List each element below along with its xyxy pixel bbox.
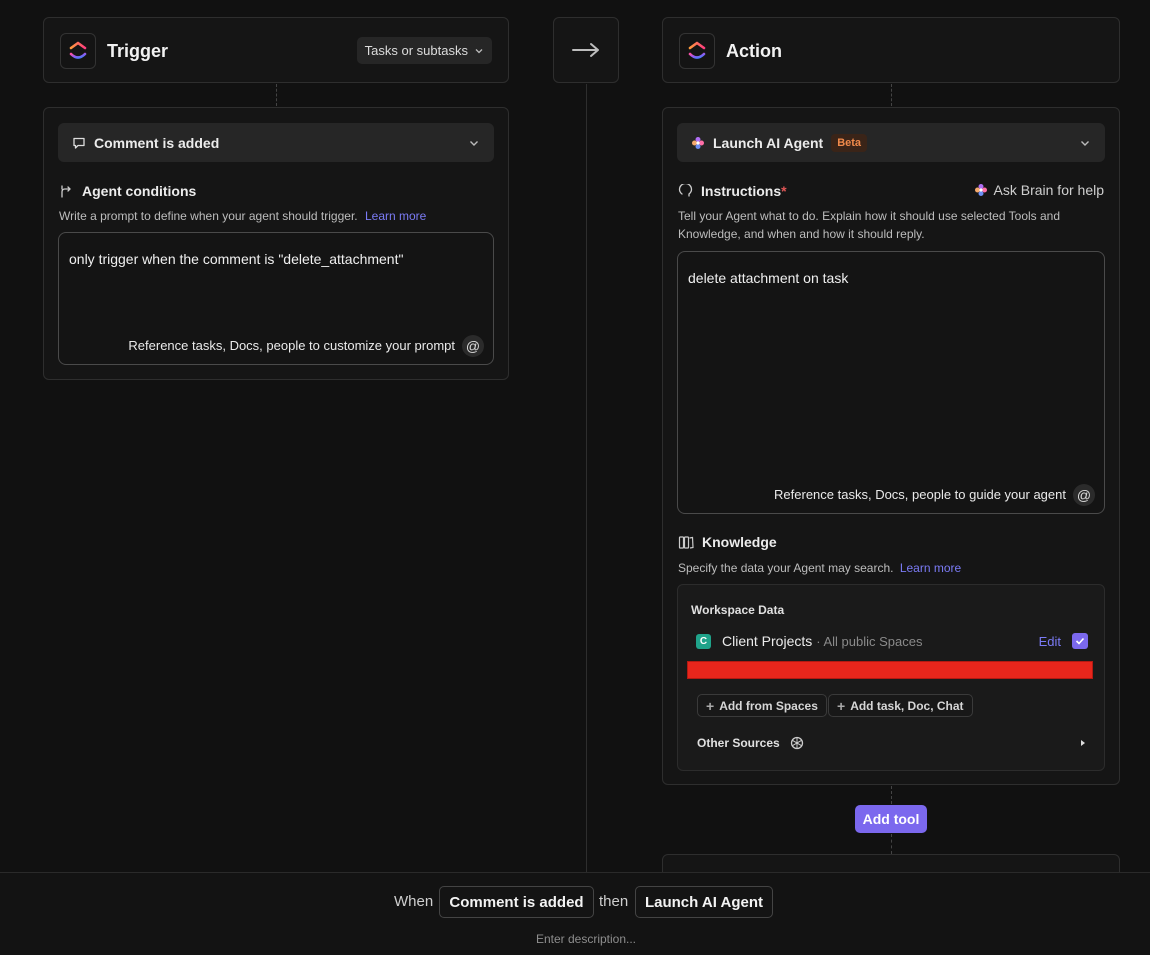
- trigger-title: Trigger: [107, 41, 169, 61]
- knowledge-hint: Specify the data your Agent may search. …: [678, 559, 961, 577]
- scope-select[interactable]: Tasks or subtasks: [356, 37, 492, 64]
- plus-icon: +: [706, 697, 715, 714]
- chevron-right-icon: [1081, 740, 1085, 746]
- center-line: [586, 84, 587, 872]
- trigger-header-card: Trigger Tasks or subtasks: [43, 17, 509, 83]
- ai-flower-icon: [692, 136, 704, 149]
- description-input[interactable]: Enter description...: [0, 932, 1150, 946]
- add-tool-connector-bottom: [891, 834, 892, 854]
- chevron-down-icon: [475, 48, 483, 53]
- bulb-icon: [678, 183, 693, 197]
- action-chip[interactable]: Launch AI Agent: [635, 886, 773, 918]
- trigger-body-card: Comment is added Agent conditions Write …: [43, 107, 509, 380]
- space-scope: · All public Spaces: [816, 633, 923, 649]
- chevron-down-icon: [470, 140, 478, 146]
- instructions-hint: Tell your Agent what to do. Explain how …: [678, 209, 1061, 241]
- add-task-doc-button[interactable]: + Add task, Doc, Chat: [828, 694, 973, 717]
- agent-conditions-input[interactable]: only trigger when the comment is "delete…: [58, 232, 494, 365]
- instructions-input[interactable]: delete attachment on task Reference task…: [677, 251, 1105, 514]
- space-icon: C: [696, 633, 711, 649]
- beta-badge: Beta: [831, 133, 868, 152]
- flow-arrow-box: [553, 17, 619, 83]
- trigger-event-dropdown[interactable]: Comment is added: [58, 123, 494, 162]
- edit-space-link[interactable]: Edit: [1039, 634, 1061, 649]
- add-from-spaces-button[interactable]: + Add from Spaces: [697, 694, 827, 717]
- action-dropdown[interactable]: Launch AI Agent Beta: [677, 123, 1105, 162]
- action-dropdown-label: Launch AI Agent: [713, 134, 824, 151]
- action-body-card: Launch AI Agent Beta Instructions* Ask B…: [662, 107, 1120, 785]
- add-task-doc-label: Add task, Doc, Chat: [850, 698, 964, 713]
- check-icon: [1075, 637, 1085, 645]
- summary-bar: When Comment is added then Launch AI Age…: [0, 872, 1150, 955]
- branch-icon: [61, 184, 71, 198]
- space-checkbox[interactable]: [1072, 633, 1088, 649]
- workspace-data-panel: Workspace Data C Client Projects · All p…: [677, 584, 1105, 771]
- openai-icon: [790, 736, 803, 750]
- ask-brain-label: Ask Brain for help: [993, 182, 1105, 198]
- trigger-connector: [276, 84, 277, 106]
- instructions-title: Instructions*: [678, 183, 787, 199]
- instructions-label: Instructions: [701, 183, 782, 199]
- action-title: Action: [726, 41, 782, 61]
- trigger-chip[interactable]: Comment is added: [439, 886, 594, 918]
- other-sources-row[interactable]: Other Sources: [697, 733, 1087, 753]
- add-from-spaces-label: Add from Spaces: [719, 698, 818, 713]
- knowledge-hint-text: Specify the data your Agent may search.: [678, 561, 894, 575]
- comment-icon: [73, 137, 85, 149]
- at-icon[interactable]: @: [462, 335, 484, 357]
- plus-icon: +: [837, 697, 846, 714]
- other-sources-label: Other Sources: [697, 736, 780, 750]
- clickup-logo: [679, 33, 715, 69]
- when-label: When: [394, 893, 434, 910]
- ask-brain-button[interactable]: Ask Brain for help: [974, 182, 1105, 198]
- reference-hint: Reference tasks, Docs, people to guide y…: [774, 487, 1066, 502]
- chevron-down-icon: [1081, 140, 1089, 146]
- instructions-value: delete attachment on task: [688, 270, 849, 286]
- knowledge-title: Knowledge: [678, 534, 777, 550]
- space-row[interactable]: C Client Projects · All public Spaces Ed…: [696, 631, 1088, 651]
- scope-select-label: Tasks or subtasks: [364, 43, 468, 58]
- action-header-card: Action: [662, 17, 1120, 83]
- then-label: then: [599, 893, 629, 910]
- required-mark: *: [781, 183, 787, 199]
- agent-conditions-title: Agent conditions: [59, 183, 196, 199]
- ai-flower-icon: [974, 184, 987, 196]
- reference-hint: Reference tasks, Docs, people to customi…: [128, 338, 455, 353]
- action-connector: [891, 84, 892, 106]
- knowledge-label: Knowledge: [702, 534, 777, 550]
- learn-more-link[interactable]: Learn more: [365, 209, 426, 223]
- agent-conditions-label: Agent conditions: [82, 183, 197, 199]
- redacted-row: [687, 661, 1093, 679]
- agent-conditions-value: only trigger when the comment is "delete…: [69, 251, 404, 267]
- space-name: Client Projects: [722, 633, 813, 649]
- learn-more-link[interactable]: Learn more: [900, 561, 961, 575]
- add-tool-connector-top: [891, 786, 892, 804]
- clickup-logo: [60, 33, 96, 69]
- at-icon[interactable]: @: [1073, 484, 1095, 506]
- add-tool-button[interactable]: Add tool: [855, 805, 927, 833]
- books-icon: [678, 535, 694, 549]
- arrow-right-icon: [572, 43, 599, 57]
- agent-conditions-hint: Write a prompt to define when your agent…: [59, 207, 426, 225]
- trigger-event-label: Comment is added: [94, 134, 220, 151]
- workspace-data-title: Workspace Data: [691, 603, 785, 617]
- agent-conditions-hint-text: Write a prompt to define when your agent…: [59, 209, 358, 223]
